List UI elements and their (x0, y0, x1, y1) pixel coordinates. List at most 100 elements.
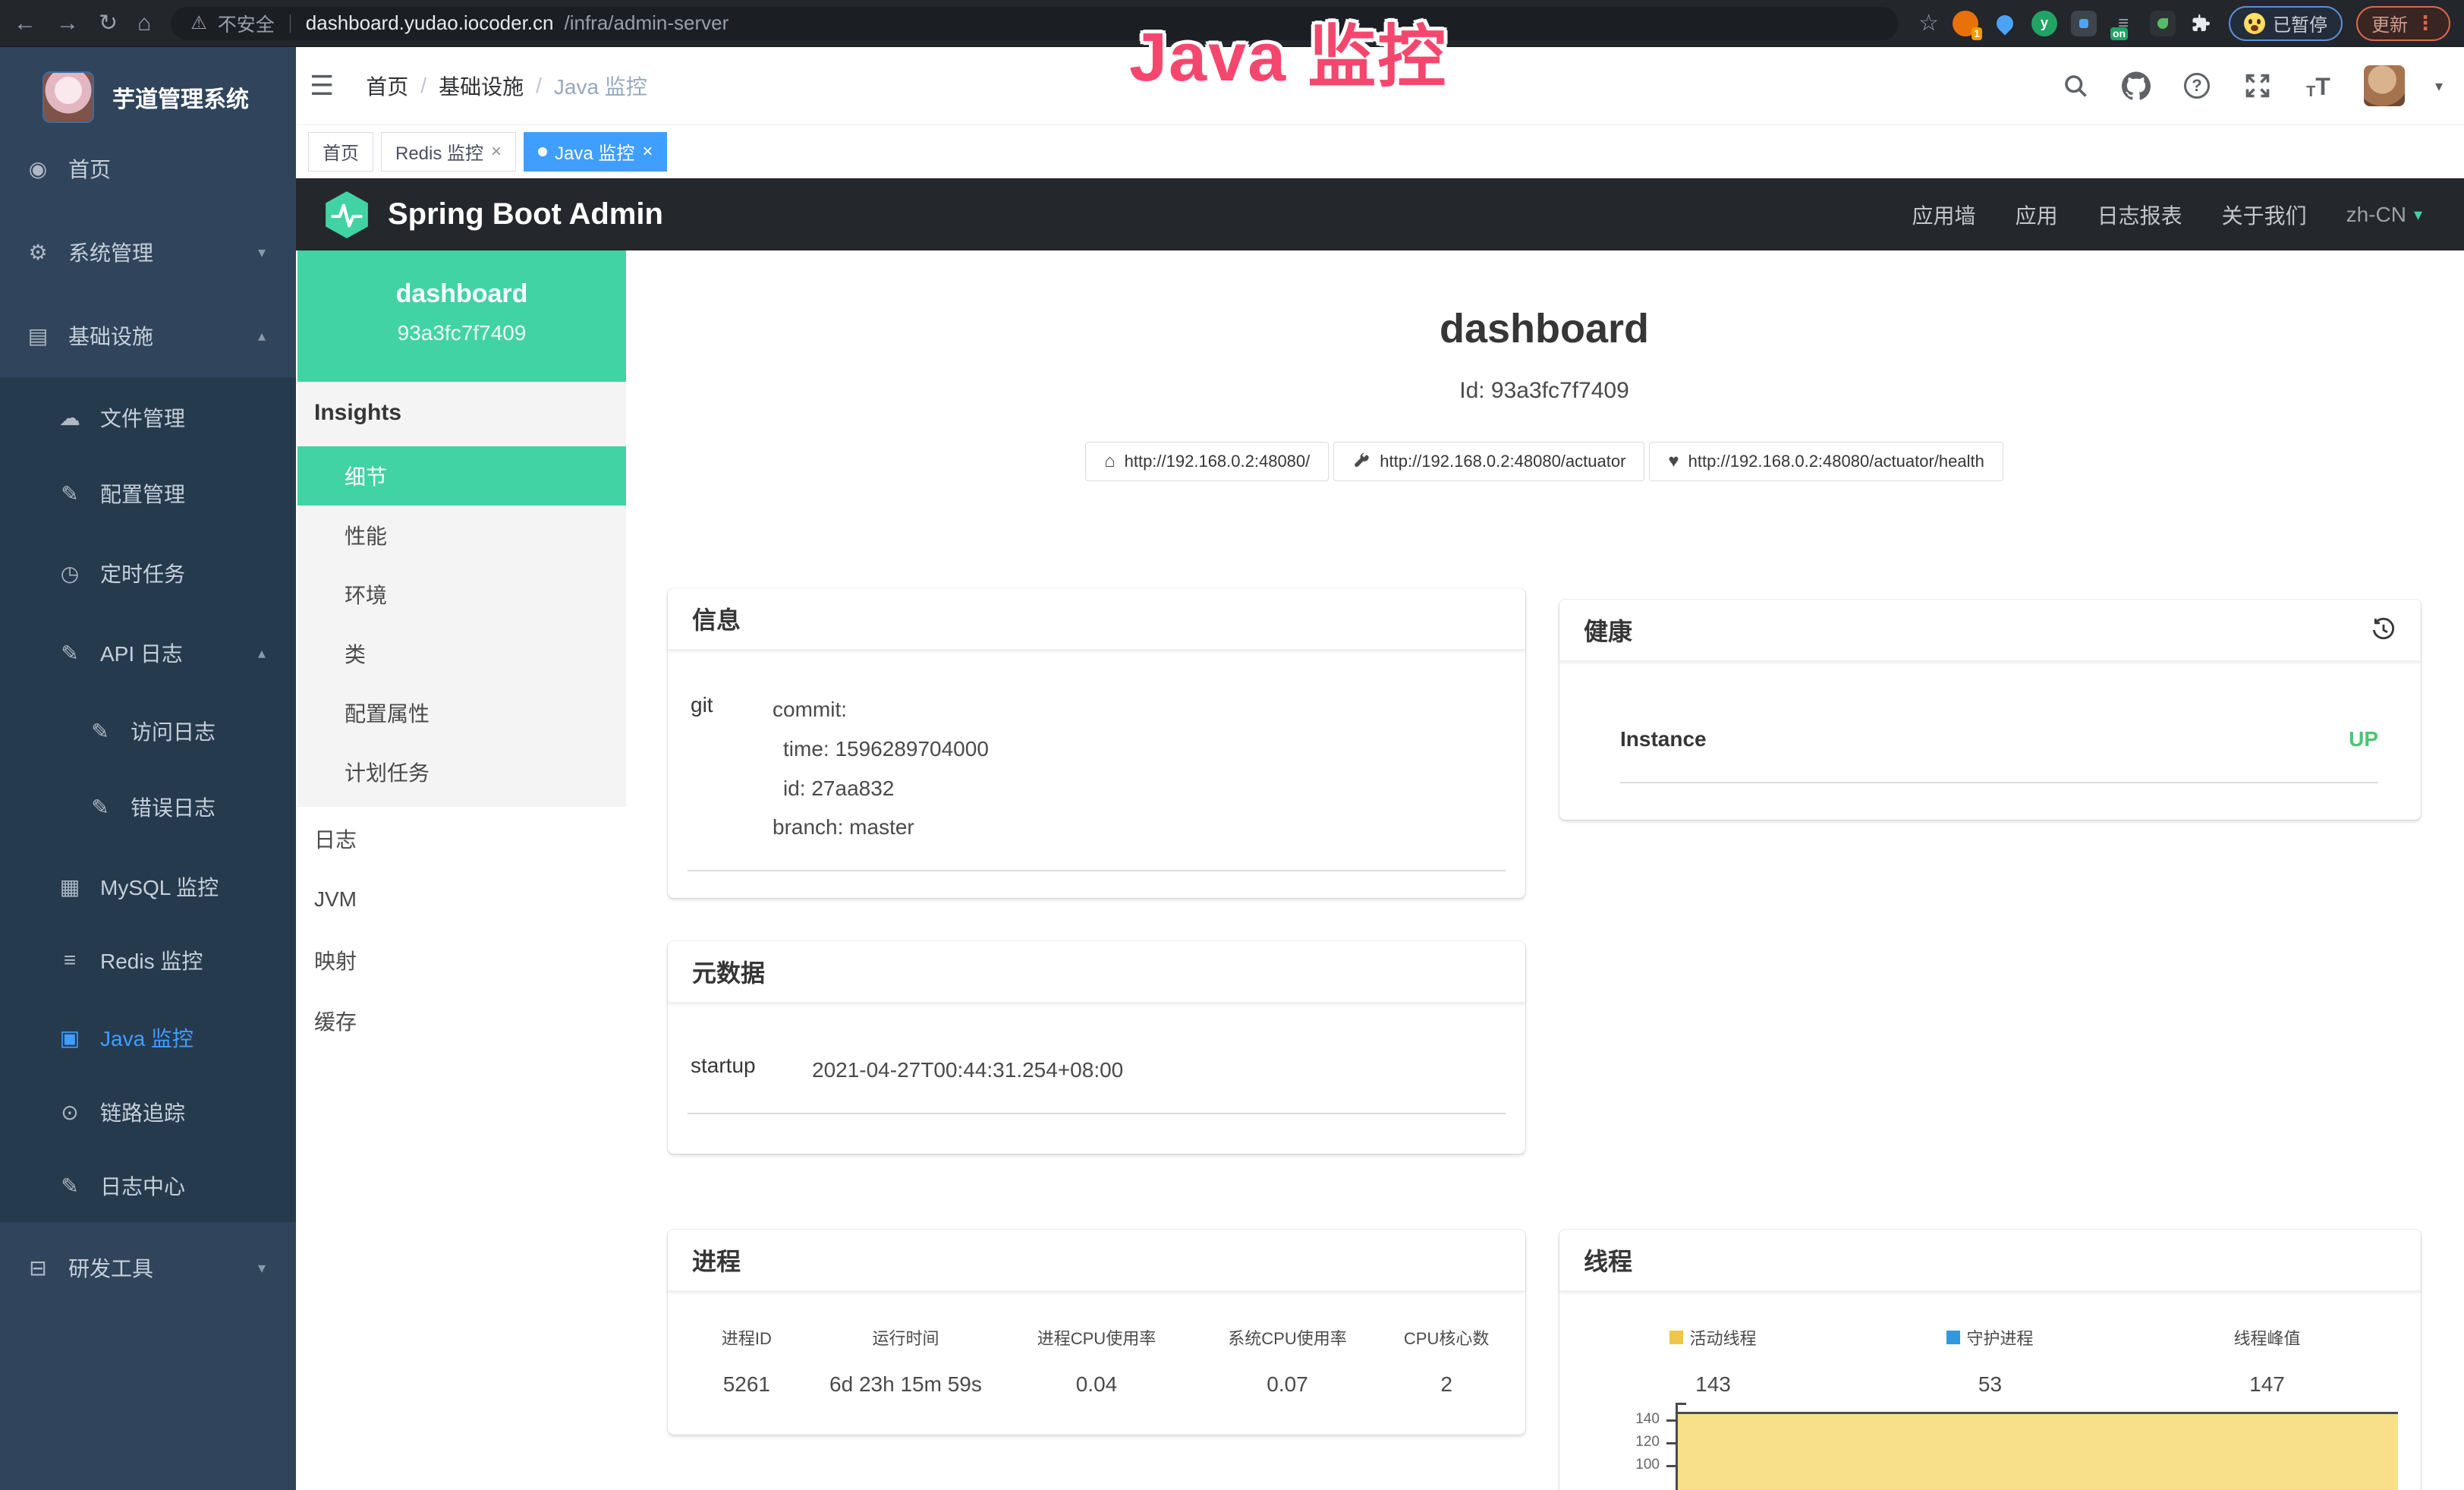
sidebar-item-file-management[interactable]: ☁ 文件管理 (0, 387, 296, 448)
sba-nav-about[interactable]: 关于我们 (2222, 200, 2307, 230)
info-git-label: git (691, 690, 773, 847)
help-icon[interactable]: ? (2182, 71, 2212, 101)
y-tickmark (1666, 1442, 1676, 1444)
chevron-down-icon: ▾ (258, 243, 266, 262)
process-uptime-col: 运行时间 6d 23h 15m 59s (810, 1325, 1002, 1397)
process-table: 进程ID 5261 运行时间 6d 23h 15m 59s 进程CPU使用率 0… (668, 1292, 1525, 1397)
extensions-puzzle-icon[interactable] (2189, 11, 2215, 36)
health-url-button[interactable]: ♥ http://192.168.0.2:48080/actuator/heal… (1649, 442, 2003, 481)
nav-item-jvm[interactable]: JVM (297, 869, 628, 930)
nav-item-environment[interactable]: 环境 (297, 565, 626, 624)
chevron-up-icon: ▴ (258, 644, 266, 663)
sidebar-item-scheduled-jobs[interactable]: ◷ 定时任务 (0, 543, 296, 603)
process-card-title: 进程 (668, 1230, 1525, 1292)
nav-item-config-props[interactable]: 配置属性 (297, 683, 626, 742)
extension-grid-icon[interactable] (2071, 11, 2097, 36)
browser-home-icon[interactable]: ⌂ (137, 12, 151, 35)
extension-pin-icon[interactable] (1992, 11, 2018, 36)
sidebar-item-access-logs[interactable]: ✎ 访问日志 (0, 701, 296, 761)
nav-item-metrics[interactable]: 性能 (297, 506, 626, 565)
y-tick-120: 120 (1559, 1434, 1660, 1451)
sidebar-item-mysql-monitor[interactable]: ▦ MySQL 监控 (0, 856, 296, 917)
sba-hexagon-logo-icon (323, 190, 371, 240)
browser-forward-icon[interactable]: → (56, 12, 79, 35)
home-icon: ⌂ (1104, 451, 1116, 472)
briefcase-icon: ⊟ (23, 1255, 53, 1281)
threads-card-title: 线程 (1559, 1230, 2421, 1292)
paused-badge[interactable]: 已暂停 (2229, 6, 2343, 41)
cpu-cores-col: CPU核心数 2 (1383, 1325, 1510, 1397)
user-menu-caret-icon[interactable]: ▾ (2435, 77, 2443, 96)
tab-home[interactable]: 首页 (308, 132, 373, 172)
page-id-line: Id: 93a3fc7f7409 (668, 378, 2421, 404)
close-icon[interactable]: × (491, 143, 502, 161)
y-tickmark (1666, 1465, 1676, 1467)
sidebar-item-log-center[interactable]: ✎ 日志中心 (0, 1155, 296, 1216)
tab-java-monitor[interactable]: Java 监控 × (524, 132, 667, 172)
update-label: 更新 (2371, 10, 2408, 36)
close-icon[interactable]: × (642, 143, 653, 161)
github-icon[interactable] (2121, 71, 2151, 101)
sba-nav-applications[interactable]: 应用 (2016, 200, 2058, 230)
instance-links: ⌂ http://192.168.0.2:48080/ http://192.1… (668, 442, 2421, 481)
sidebar-item-dev-tools[interactable]: ⊟ 研发工具 ▾ (0, 1237, 296, 1298)
extension-badge-count: 1 (1972, 27, 1982, 40)
sba-brand[interactable]: Spring Boot Admin (323, 190, 663, 240)
nav-item-details[interactable]: 细节 (297, 446, 626, 506)
browser-reload-icon[interactable]: ↻ (99, 12, 118, 35)
extension-on-badge: on (2110, 27, 2128, 40)
bookmark-star-icon[interactable]: ☆ (1918, 12, 1939, 35)
sba-locale-select[interactable]: zh-CN ▾ (2346, 203, 2422, 227)
live-threads-col: 活动线程 143 (1575, 1325, 1852, 1397)
sidebar-item-home[interactable]: ◉ 首页 (0, 138, 296, 199)
breadcrumb-separator: / (420, 74, 426, 98)
history-icon[interactable] (2371, 617, 2396, 643)
tab-redis-monitor[interactable]: Redis 监控 × (381, 132, 516, 172)
breadcrumb-separator: / (536, 74, 542, 98)
sidebar-item-config-management[interactable]: ✎ 配置管理 (0, 463, 296, 524)
threads-card: 线程 活动线程 143 守护进程 53 线程峰值 (1559, 1230, 2421, 1490)
sba-nav-wallboard[interactable]: 应用墙 (1912, 200, 1976, 230)
system-cpu-col: 系统CPU使用率 0.07 (1192, 1325, 1383, 1397)
service-url-button[interactable]: ⌂ http://192.168.0.2:48080/ (1085, 442, 1329, 481)
nav-item-scheduled-tasks[interactable]: 计划任务 (297, 742, 626, 802)
extension-orange-icon[interactable]: 1 (1953, 11, 1978, 36)
nav-item-mappings[interactable]: 映射 (297, 930, 628, 991)
extension-switch-icon[interactable]: ≡ on (2110, 11, 2136, 36)
extension-green-y-icon[interactable]: y (2031, 11, 2057, 36)
address-bar[interactable]: ⚠ 不安全 dashboard.yudao.iocoder.cn /infra/… (171, 7, 1899, 40)
nav-item-caches[interactable]: 缓存 (297, 991, 628, 1051)
sidebar-item-java-monitor[interactable]: ▣ Java 监控 (0, 1007, 296, 1068)
sidebar-item-error-logs[interactable]: ✎ 错误日志 (0, 777, 296, 837)
metadata-card-title: 元数据 (668, 941, 1525, 1003)
sidebar-item-redis-monitor[interactable]: ≡ Redis 监控 (0, 930, 296, 991)
collapse-sidebar-icon[interactable]: ☰ (310, 70, 334, 102)
update-button[interactable]: 更新 ⋮ (2356, 6, 2450, 41)
search-icon[interactable] (2060, 71, 2091, 101)
extension-leaf-icon[interactable] (2150, 11, 2176, 36)
nav-item-logs[interactable]: 日志 (297, 808, 628, 869)
sba-title: Spring Boot Admin (388, 197, 663, 232)
sba-nav-journal[interactable]: 日志报表 (2097, 200, 2182, 230)
browser-back-icon[interactable]: ← (14, 12, 36, 35)
gear-icon: ⚙ (23, 240, 53, 265)
process-cpu-col: 进程CPU使用率 0.04 (1001, 1325, 1192, 1397)
heartbeat-icon: ♥ (1668, 451, 1679, 472)
font-size-icon[interactable]: TT (2303, 71, 2333, 101)
sidebar-item-infrastructure[interactable]: ▤ 基础设施 ▴ (0, 305, 296, 366)
log-notebook-icon: ✎ (85, 719, 115, 744)
sidebar-item-system-management[interactable]: ⚙ 系统管理 ▾ (0, 222, 296, 282)
breadcrumb-infrastructure[interactable]: 基础设施 (439, 71, 524, 101)
actuator-url-button[interactable]: http://192.168.0.2:48080/actuator (1333, 442, 1644, 481)
sidebar-item-tracing[interactable]: ⊙ 链路追踪 (0, 1082, 296, 1142)
nav-item-classes[interactable]: 类 (297, 624, 626, 683)
user-avatar[interactable] (2364, 65, 2405, 106)
chevron-down-icon: ▾ (258, 1258, 266, 1277)
chevron-down-icon: ▾ (2414, 205, 2422, 225)
log-notebook-icon: ✎ (55, 1173, 85, 1199)
fullscreen-icon[interactable] (2242, 71, 2273, 101)
eye-icon: ⊙ (55, 1100, 85, 1125)
not-secure-label: 不安全 (218, 10, 275, 37)
breadcrumb-home[interactable]: 首页 (366, 71, 408, 101)
sidebar-item-api-logs[interactable]: ✎ API 日志 ▴ (0, 622, 296, 683)
